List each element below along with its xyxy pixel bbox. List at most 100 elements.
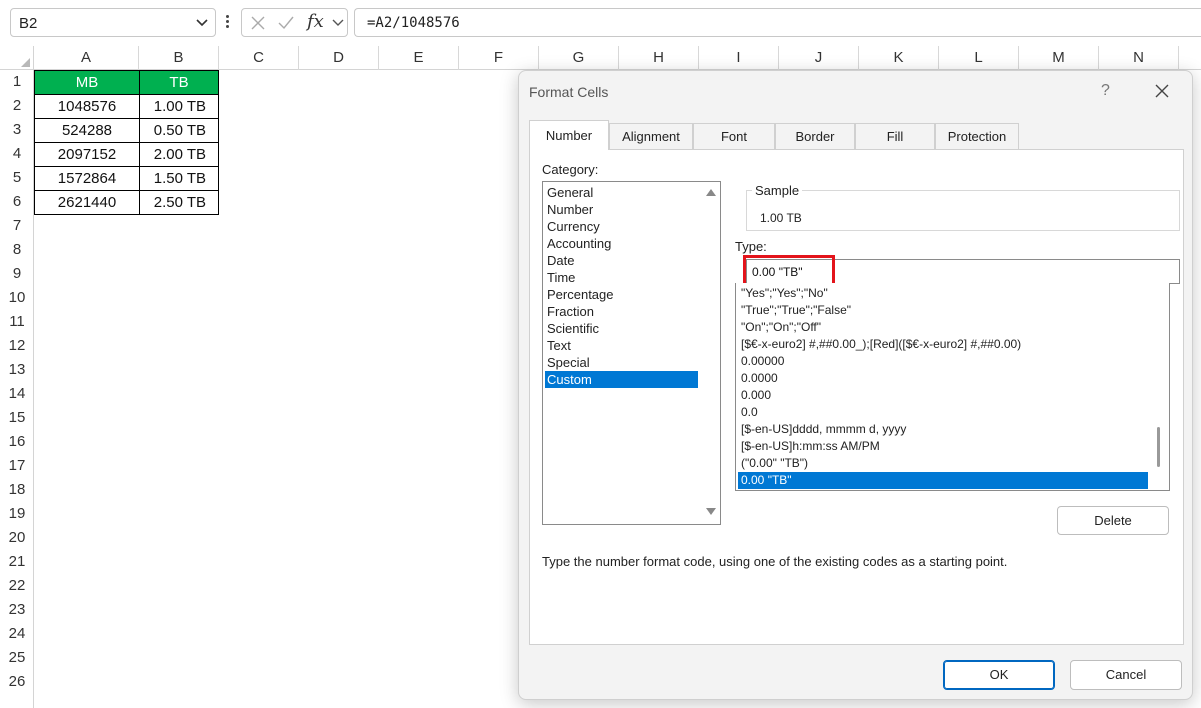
tab-number[interactable]: Number <box>529 120 609 150</box>
table-cell-tb[interactable]: 2.50 TB <box>139 190 219 215</box>
category-item[interactable]: Number <box>545 201 700 218</box>
row-header[interactable]: 2 <box>0 94 34 118</box>
category-item[interactable]: Scientific <box>545 320 700 337</box>
category-item[interactable]: Special <box>545 354 700 371</box>
row-header[interactable]: 14 <box>0 382 34 406</box>
row-header[interactable]: 16 <box>0 430 34 454</box>
format-code-item[interactable]: [$-en-US]h:mm:ss AM/PM <box>738 438 1148 455</box>
column-header-n[interactable]: N <box>1099 46 1179 70</box>
category-list[interactable]: General Number Currency Accounting Date … <box>542 181 721 525</box>
row-header[interactable]: 8 <box>0 238 34 262</box>
row-header[interactable]: 15 <box>0 406 34 430</box>
table-cell-tb[interactable]: 1.50 TB <box>139 166 219 191</box>
format-code-item[interactable]: "On";"On";"Off" <box>738 319 1148 336</box>
row-header[interactable]: 19 <box>0 502 34 526</box>
table-cell-tb[interactable]: 2.00 TB <box>139 142 219 167</box>
format-code-item[interactable]: 0.0000 <box>738 370 1148 387</box>
chevron-down-icon[interactable] <box>332 19 344 27</box>
format-code-list[interactable]: "Yes";"Yes";"No" "True";"True";"False" "… <box>735 283 1170 491</box>
format-code-item[interactable]: 0.00000 <box>738 353 1148 370</box>
scrollbar-thumb[interactable] <box>1157 427 1160 467</box>
table-cell-mb[interactable]: 524288 <box>34 118 140 143</box>
formula-input[interactable]: =A2/1048576 <box>354 8 1201 37</box>
format-code-item[interactable]: [$-en-US]dddd, mmmm d, yyyy <box>738 421 1148 438</box>
chevron-down-icon[interactable] <box>195 18 209 28</box>
column-header-j[interactable]: J <box>779 46 859 70</box>
scroll-up-icon[interactable] <box>706 189 716 196</box>
row-header[interactable]: 6 <box>0 190 34 214</box>
column-header-c[interactable]: C <box>219 46 299 70</box>
format-list-scrollbar[interactable] <box>1152 283 1168 489</box>
row-header[interactable]: 11 <box>0 310 34 334</box>
column-header-d[interactable]: D <box>299 46 379 70</box>
name-box[interactable]: B2 <box>10 8 216 37</box>
row-header[interactable]: 9 <box>0 262 34 286</box>
tab-fill[interactable]: Fill <box>855 123 935 149</box>
row-header[interactable]: 24 <box>0 622 34 646</box>
tab-font[interactable]: Font <box>693 123 775 149</box>
category-item-selected[interactable]: Custom <box>545 371 698 388</box>
row-header[interactable]: 25 <box>0 646 34 670</box>
category-item[interactable]: Percentage <box>545 286 700 303</box>
delete-button[interactable]: Delete <box>1057 506 1169 535</box>
category-scrollbar[interactable] <box>703 182 719 524</box>
category-item[interactable]: Text <box>545 337 700 354</box>
row-header[interactable]: 7 <box>0 214 34 238</box>
table-cell-mb[interactable]: 1048576 <box>34 94 140 119</box>
row-header[interactable]: 4 <box>0 142 34 166</box>
cell-a1-header[interactable]: MB <box>34 70 140 95</box>
format-code-item[interactable]: [$€-x-euro2] #,##0.00_);[Red]([$€-x-euro… <box>738 336 1148 353</box>
format-code-item-selected[interactable]: 0.00 "TB" <box>738 472 1148 489</box>
table-cell-mb[interactable]: 2621440 <box>34 190 140 215</box>
column-header-e[interactable]: E <box>379 46 459 70</box>
column-header-a[interactable]: A <box>34 46 139 70</box>
row-header[interactable]: 20 <box>0 526 34 550</box>
category-item[interactable]: Currency <box>545 218 700 235</box>
format-code-item[interactable]: ("0.00" "TB") <box>738 455 1148 472</box>
column-header-i[interactable]: I <box>699 46 779 70</box>
category-item[interactable]: Accounting <box>545 235 700 252</box>
table-cell-mb[interactable]: 2097152 <box>34 142 140 167</box>
row-header[interactable]: 26 <box>0 670 34 694</box>
format-code-item[interactable]: "Yes";"Yes";"No" <box>738 285 1148 302</box>
column-header-l[interactable]: L <box>939 46 1019 70</box>
row-header[interactable]: 1 <box>0 70 34 94</box>
format-code-item[interactable]: "True";"True";"False" <box>738 302 1148 319</box>
table-cell-tb[interactable]: 0.50 TB <box>139 118 219 143</box>
column-header-f[interactable]: F <box>459 46 539 70</box>
row-header[interactable]: 3 <box>0 118 34 142</box>
format-code-item[interactable]: 0.000 <box>738 387 1148 404</box>
row-header[interactable]: 12 <box>0 334 34 358</box>
row-header[interactable]: 5 <box>0 166 34 190</box>
cancel-button[interactable]: Cancel <box>1070 660 1182 690</box>
help-icon[interactable]: ? <box>1101 82 1110 100</box>
column-header-b[interactable]: B <box>139 46 219 70</box>
row-header[interactable]: 21 <box>0 550 34 574</box>
row-header[interactable]: 10 <box>0 286 34 310</box>
cancel-entry-icon[interactable] <box>250 15 266 31</box>
column-header-g[interactable]: G <box>539 46 619 70</box>
more-options-icon[interactable] <box>226 15 230 31</box>
insert-function-icon[interactable]: fx <box>307 11 324 32</box>
category-item[interactable]: Date <box>545 252 700 269</box>
select-all-corner[interactable] <box>0 46 34 70</box>
category-item[interactable]: General <box>545 184 700 201</box>
cell-b1-header[interactable]: TB <box>139 70 219 95</box>
tab-alignment[interactable]: Alignment <box>609 123 693 149</box>
confirm-entry-icon[interactable] <box>277 15 295 31</box>
row-header[interactable]: 13 <box>0 358 34 382</box>
column-header-m[interactable]: M <box>1019 46 1099 70</box>
tab-protection[interactable]: Protection <box>935 123 1019 149</box>
category-item[interactable]: Time <box>545 269 700 286</box>
row-header[interactable]: 23 <box>0 598 34 622</box>
category-item[interactable]: Fraction <box>545 303 700 320</box>
column-header-k[interactable]: K <box>859 46 939 70</box>
row-header[interactable]: 17 <box>0 454 34 478</box>
row-header[interactable]: 18 <box>0 478 34 502</box>
column-header-h[interactable]: H <box>619 46 699 70</box>
row-header[interactable]: 22 <box>0 574 34 598</box>
format-code-item[interactable]: 0.0 <box>738 404 1148 421</box>
table-cell-tb[interactable]: 1.00 TB <box>139 94 219 119</box>
ok-button[interactable]: OK <box>943 660 1055 690</box>
close-icon[interactable] <box>1155 84 1169 98</box>
